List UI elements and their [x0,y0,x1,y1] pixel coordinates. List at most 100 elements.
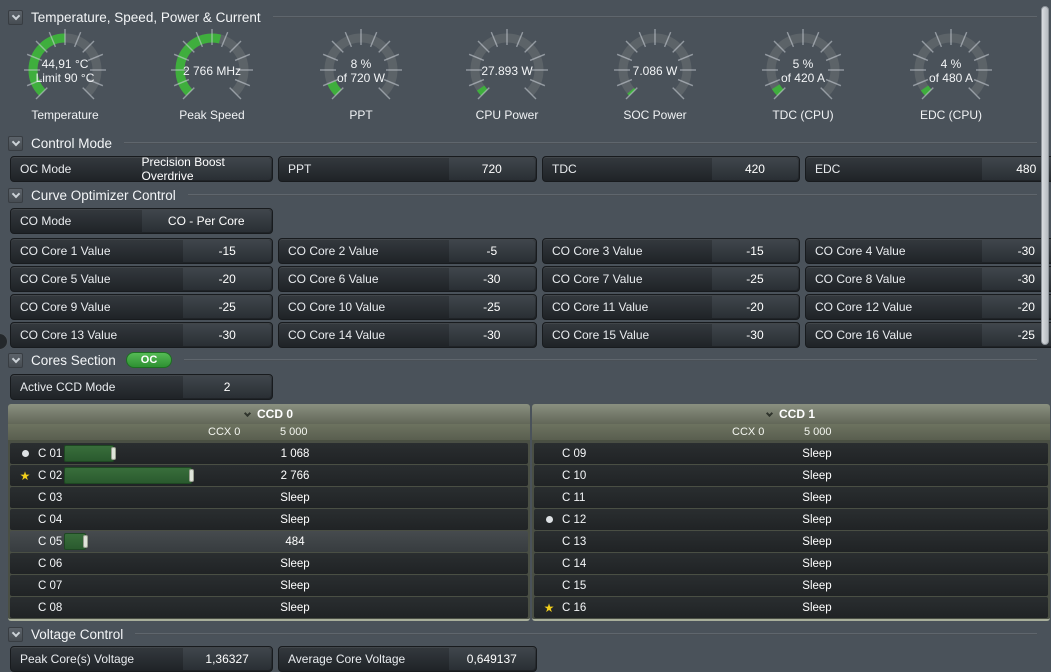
co-core-16-value-field[interactable]: CO Core 16 Value -25 [805,322,1051,348]
co-core-6-value-field[interactable]: CO Core 6 Value -30 [278,266,537,292]
ppt-field[interactable]: PPT 720 [278,156,537,182]
ccd-header[interactable]: CCD 0 [8,404,530,424]
ccd-0-panel: CCD 0 CCX 0 5 000 C 01 1 068 ★ C 02 2 766 C 03 Sl… [8,404,530,621]
field-value[interactable]: -30 [711,324,798,346]
core-row-c-12[interactable]: C 12 Sleep [534,509,1048,530]
field-value[interactable]: -20 [711,296,798,318]
co-core-3-value-field[interactable]: CO Core 3 Value -15 [542,238,800,264]
field-value[interactable]: -30 [448,324,535,346]
core-row-c-10[interactable]: C 10 Sleep [534,465,1048,486]
core-row-c-11[interactable]: C 11 Sleep [534,487,1048,508]
field-value[interactable]: Precision Boost Overdrive [141,155,271,183]
core-value: Sleep [280,557,310,570]
peak-core-s-voltage-field[interactable]: Peak Core(s) Voltage 1,36327 [10,646,273,672]
ccx-subheader: CCX 0 5 000 [8,424,530,441]
section-header-control-mode: Control Mode [8,134,1037,152]
field-label: CO Core 1 Value [20,244,111,258]
core-value: Sleep [802,469,832,482]
collapse-button[interactable] [8,187,23,203]
co-core-15-value-field[interactable]: CO Core 15 Value -30 [542,322,800,348]
field-label: Average Core Voltage [288,652,406,666]
core-label: C 09 [562,447,587,460]
gauges-row: 44,91 °C Limit 90 °C Temperature 2 766 MHz P… [0,28,1051,128]
co-core-13-value-field[interactable]: CO Core 13 Value -30 [10,322,273,348]
core-row-c-07[interactable]: C 07 Sleep [10,575,528,596]
section-title: Cores Section [31,352,116,368]
field-value[interactable]: -25 [448,296,535,318]
field-value[interactable]: 1,36327 [183,648,271,670]
oc-mode-field[interactable]: OC Mode Precision Boost Overdrive [10,155,273,183]
edge-handle[interactable] [0,333,8,350]
collapse-button[interactable] [8,9,23,25]
core-row-c-15[interactable]: C 15 Sleep [534,575,1048,596]
gauge-value-line2: of 420 A [780,71,826,85]
tdc-field[interactable]: TDC 420 [542,156,800,182]
co-mode-field[interactable]: CO Mode CO - Per Core [10,208,273,234]
gauge-value: 2 766 MHz [152,44,272,98]
field-value[interactable]: 420 [711,158,798,180]
co-core-4-value-field[interactable]: CO Core 4 Value -30 [805,238,1051,264]
core-row-c-14[interactable]: C 14 Sleep [534,553,1048,574]
header-rule [272,16,1037,18]
field-value[interactable]: -15 [711,240,798,262]
field-value[interactable]: -25 [711,268,798,290]
core-row-c-09[interactable]: C 09 Sleep [534,443,1048,464]
core-row-c-04[interactable]: C 04 Sleep [10,509,528,530]
section-title: Control Mode [31,135,113,151]
field-value[interactable]: -15 [183,240,271,262]
core-row-c-16[interactable]: ★ C 16 Sleep [534,597,1048,618]
co-core-12-value-field[interactable]: CO Core 12 Value -20 [805,294,1051,320]
collapse-button[interactable] [8,626,23,642]
field-label: CO Core 15 Value [552,328,650,342]
co-core-1-value-field[interactable]: CO Core 1 Value -15 [10,238,273,264]
co-core-2-value-field[interactable]: CO Core 2 Value -5 [278,238,537,264]
scrollbar-thumb[interactable] [1041,6,1049,345]
core-value: Sleep [280,513,310,526]
field-label: CO Core 9 Value [20,300,111,314]
ccx-max-speed: 5 000 [804,426,832,438]
co-core-11-value-field[interactable]: CO Core 11 Value -20 [542,294,800,320]
co-core-10-value-field[interactable]: CO Core 10 Value -25 [278,294,537,320]
ccd-header[interactable]: CCD 1 [532,404,1050,424]
core-row-c-06[interactable]: C 06 Sleep [10,553,528,574]
field-value[interactable]: 2 [183,376,271,398]
core-label: C 03 [38,491,63,504]
ccx-label: CCX 0 [208,426,241,438]
core-row-c-13[interactable]: C 13 Sleep [534,531,1048,552]
edc-field[interactable]: EDC 480 [805,156,1051,182]
field-value[interactable]: -25 [183,296,271,318]
core-row-c-01[interactable]: C 01 1 068 [10,443,528,464]
field-label: CO Core 5 Value [20,272,111,286]
gauge-label: Temperature [31,108,99,122]
field-value[interactable]: 720 [448,158,535,180]
gauge-value-line1: 44,91 °C [41,57,89,71]
average-core-voltage-field[interactable]: Average Core Voltage 0,649137 [278,646,537,672]
field-label: OC Mode [20,162,72,176]
collapse-button[interactable] [8,352,23,368]
core-row-c-08[interactable]: C 08 Sleep [10,597,528,618]
field-value[interactable]: -20 [183,268,271,290]
field-value[interactable]: -30 [183,324,271,346]
field-value[interactable]: CO - Per Core [141,210,271,232]
co-core-7-value-field[interactable]: CO Core 7 Value -25 [542,266,800,292]
section-title: Voltage Control [31,626,124,642]
gauge-value-line1: 8 % [350,57,372,71]
field-label: CO Mode [20,214,72,228]
chevron-down-icon [11,11,20,20]
core-value: 484 [285,535,305,548]
collapse-button[interactable] [8,135,23,151]
field-value[interactable]: -30 [448,268,535,290]
active-ccd-mode-field[interactable]: Active CCD Mode 2 [10,374,273,400]
field-value[interactable]: 0,649137 [448,648,535,670]
field-value[interactable]: -5 [448,240,535,262]
core-value: 1 068 [280,447,310,460]
gauge-value-line1: 4 % [940,57,962,71]
co-core-8-value-field[interactable]: CO Core 8 Value -30 [805,266,1051,292]
co-core-9-value-field[interactable]: CO Core 9 Value -25 [10,294,273,320]
co-core-14-value-field[interactable]: CO Core 14 Value -30 [278,322,537,348]
core-row-c-05[interactable]: C 05 484 [10,531,528,552]
core-row-c-03[interactable]: C 03 Sleep [10,487,528,508]
co-core-5-value-field[interactable]: CO Core 5 Value -20 [10,266,273,292]
section-header-curve-optimizer: Curve Optimizer Control [8,186,1037,204]
core-row-c-02[interactable]: ★ C 02 2 766 [10,465,528,486]
